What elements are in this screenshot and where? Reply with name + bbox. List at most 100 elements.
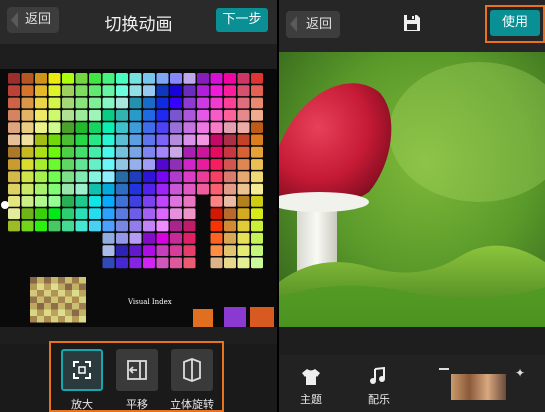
color-swatch — [35, 97, 47, 109]
color-swatch — [156, 245, 169, 256]
mosaic-cell — [30, 309, 37, 316]
color-swatch — [48, 73, 61, 84]
3d-rotate-animation-button[interactable] — [171, 349, 213, 391]
color-swatch — [224, 146, 236, 158]
color-swatch — [197, 122, 209, 133]
color-swatch — [8, 122, 20, 133]
mosaic-cell — [79, 277, 86, 284]
color-swatch — [21, 220, 34, 232]
mosaic-cell — [37, 290, 44, 297]
color-swatch — [183, 85, 196, 97]
mosaic-cell — [51, 283, 58, 290]
zoom-animation-button[interactable] — [61, 349, 103, 391]
mosaic-cell — [65, 283, 72, 290]
color-swatch — [62, 171, 74, 183]
sparkle-icon[interactable]: ✦ — [515, 366, 525, 380]
use-button[interactable]: 使用 — [490, 10, 540, 36]
music-tab[interactable]: 配乐 — [359, 391, 399, 407]
mosaic-cell — [58, 316, 65, 323]
drag-handle[interactable] — [1, 201, 9, 209]
mosaic-cell — [79, 296, 86, 303]
color-swatch — [183, 257, 196, 269]
color-swatch — [156, 196, 169, 207]
mosaic-cell — [51, 277, 58, 284]
color-swatch — [75, 196, 88, 207]
shirt-icon — [302, 369, 320, 385]
color-swatch — [89, 146, 101, 158]
color-swatch — [102, 97, 115, 109]
3d-rotate-label: 立体旋转 — [170, 398, 214, 411]
color-swatch — [102, 134, 115, 146]
color-swatch — [143, 196, 155, 207]
rainbow-tile — [224, 307, 246, 327]
color-swatch — [102, 122, 115, 133]
mosaic-cell — [37, 309, 44, 316]
color-swatch — [251, 245, 263, 256]
color-swatch — [8, 73, 20, 84]
color-swatch — [156, 85, 169, 97]
color-swatch — [183, 171, 196, 183]
mosaic-cell — [58, 309, 65, 316]
mosaic-cell — [65, 309, 72, 316]
pan-animation-button[interactable] — [116, 349, 158, 391]
slide-preview: Visual Index — [0, 69, 277, 327]
color-swatch — [116, 109, 128, 121]
color-swatch — [129, 257, 142, 269]
color-swatch — [129, 245, 142, 256]
color-swatch — [89, 208, 101, 220]
color-swatch — [143, 134, 155, 146]
color-swatch — [89, 171, 101, 183]
expand-icon — [73, 361, 91, 379]
color-swatch — [183, 196, 196, 207]
preview-panel: 返回 使用 主题 配乐 ✦ — [279, 0, 545, 412]
corner-tile — [250, 307, 274, 327]
color-swatch — [143, 208, 155, 220]
color-swatch — [129, 97, 142, 109]
mosaic-cell — [79, 290, 86, 297]
color-swatch — [143, 159, 155, 170]
color-swatch — [170, 73, 182, 84]
mosaic-cell — [51, 296, 58, 303]
color-swatch — [197, 85, 209, 97]
mushroom-photo — [279, 52, 545, 327]
color-swatch — [210, 196, 223, 207]
color-swatch — [62, 196, 74, 207]
color-swatch — [89, 196, 101, 207]
color-swatch — [251, 257, 263, 269]
color-swatch — [156, 97, 169, 109]
color-swatch — [116, 134, 128, 146]
color-swatch — [251, 97, 263, 109]
color-swatch — [170, 171, 182, 183]
color-swatch — [156, 122, 169, 133]
color-swatch — [8, 85, 20, 97]
next-button[interactable]: 下一步 — [216, 8, 268, 32]
color-swatch — [21, 208, 34, 220]
mosaic-cell — [51, 316, 58, 323]
top-bar: 返回 切换动画 下一步 — [0, 0, 277, 44]
theme-tab[interactable]: 主题 — [291, 391, 331, 407]
color-swatch — [156, 109, 169, 121]
color-swatch — [251, 146, 263, 158]
mosaic-cell — [79, 316, 86, 323]
mosaic-cell — [44, 277, 51, 284]
save-icon[interactable] — [402, 13, 422, 33]
color-swatch — [116, 220, 128, 232]
zoom-label: 放大 — [71, 398, 93, 411]
color-swatch — [143, 85, 155, 97]
color-swatch — [251, 232, 263, 244]
color-swatch — [75, 109, 88, 121]
color-swatch — [62, 159, 74, 170]
color-swatch — [8, 109, 20, 121]
color-swatch — [143, 245, 155, 256]
color-swatch — [102, 232, 115, 244]
color-swatch — [8, 183, 20, 195]
color-swatch — [143, 73, 155, 84]
color-swatch — [62, 109, 74, 121]
mosaic-cell — [72, 316, 79, 323]
back-button[interactable]: 返回 — [286, 11, 340, 38]
color-swatch — [224, 232, 236, 244]
mosaic-cell — [79, 303, 86, 310]
color-swatch — [197, 134, 209, 146]
color-swatch — [251, 196, 263, 207]
mosaic-cell — [58, 277, 65, 284]
